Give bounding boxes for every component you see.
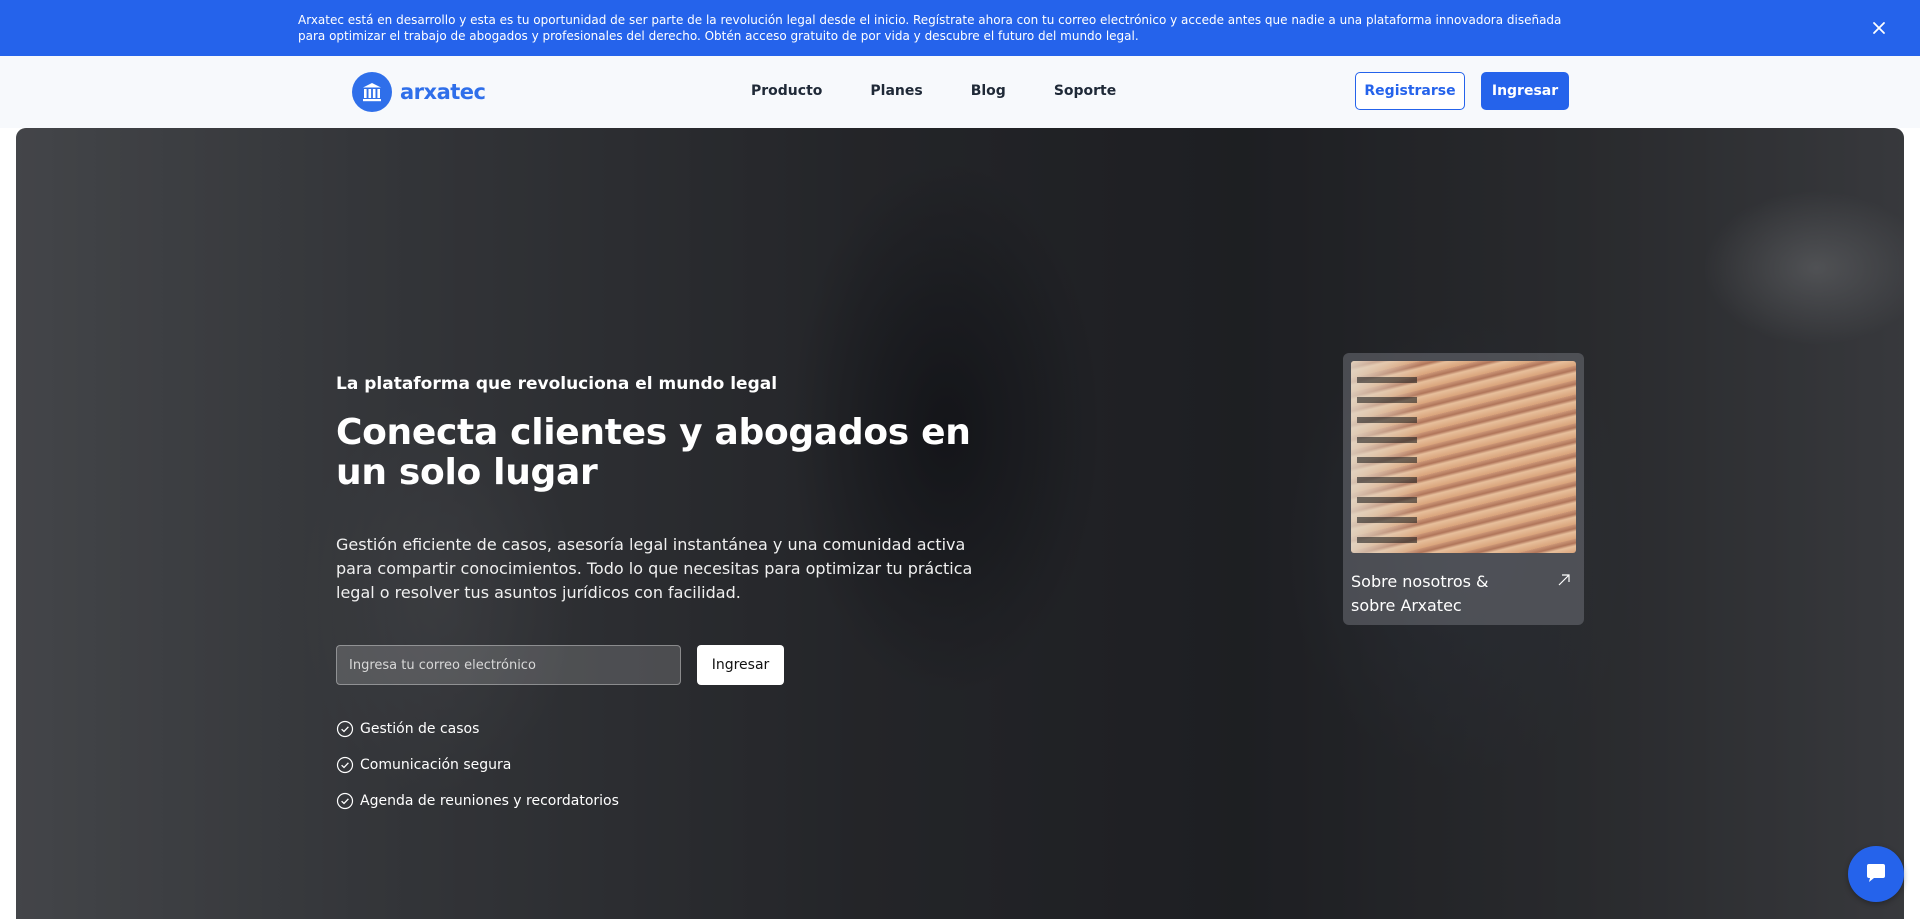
hero-eyebrow: La plataforma que revoluciona el mundo l… bbox=[336, 374, 778, 394]
chat-button[interactable] bbox=[1848, 846, 1904, 902]
signup-form: Ingresar bbox=[336, 645, 976, 685]
feature-item: Comunicación segura bbox=[336, 747, 976, 783]
hero-headline: Conecta clientes y abogados en un solo l… bbox=[336, 412, 971, 493]
binder-clips bbox=[1357, 373, 1417, 543]
announcement-banner: Arxatec está en desarrollo y esta es tu … bbox=[0, 0, 1920, 56]
check-circle-icon bbox=[336, 792, 354, 810]
main-nav: Producto Planes Blog Soporte bbox=[751, 83, 1116, 99]
courthouse-icon bbox=[352, 72, 392, 112]
documents-image bbox=[1351, 361, 1576, 553]
nav-producto[interactable]: Producto bbox=[751, 83, 822, 99]
arrow-up-right-icon bbox=[1558, 574, 1570, 586]
feature-label: Gestión de casos bbox=[360, 721, 480, 737]
chat-bubble-icon bbox=[1867, 864, 1885, 882]
close-icon[interactable] bbox=[1868, 17, 1890, 39]
hero-section: La plataforma que revoluciona el mundo l… bbox=[16, 128, 1904, 919]
hero-content: La plataforma que revoluciona el mundo l… bbox=[336, 373, 976, 819]
logo[interactable]: arxatec bbox=[352, 72, 486, 112]
login-button[interactable]: Ingresar bbox=[1481, 72, 1569, 110]
email-input[interactable] bbox=[336, 645, 681, 685]
nav-blog[interactable]: Blog bbox=[971, 83, 1006, 99]
announcement-text: Arxatec está en desarrollo y esta es tu … bbox=[298, 13, 1562, 43]
feature-list: Gestión de casos Comunicación segura Age… bbox=[336, 711, 976, 819]
check-circle-icon bbox=[336, 720, 354, 738]
hero-description: Gestión eficiente de casos, asesoría leg… bbox=[336, 535, 973, 602]
check-circle-icon bbox=[336, 756, 354, 774]
logo-text: arxatec bbox=[400, 80, 486, 104]
nav-soporte[interactable]: Soporte bbox=[1054, 83, 1116, 99]
navbar: arxatec Producto Planes Blog Soporte Reg… bbox=[0, 56, 1920, 128]
about-card-title: Sobre nosotros & sobre Arxatec bbox=[1351, 572, 1489, 615]
feature-item: Agenda de reuniones y recordatorios bbox=[336, 783, 976, 819]
about-card[interactable]: Sobre nosotros & sobre Arxatec bbox=[1343, 353, 1584, 625]
register-button[interactable]: Registrarse bbox=[1355, 72, 1465, 110]
nav-planes[interactable]: Planes bbox=[870, 83, 922, 99]
hero-submit-button[interactable]: Ingresar bbox=[697, 645, 784, 685]
feature-label: Agenda de reuniones y recordatorios bbox=[360, 793, 619, 809]
feature-item: Gestión de casos bbox=[336, 711, 976, 747]
feature-label: Comunicación segura bbox=[360, 757, 512, 773]
